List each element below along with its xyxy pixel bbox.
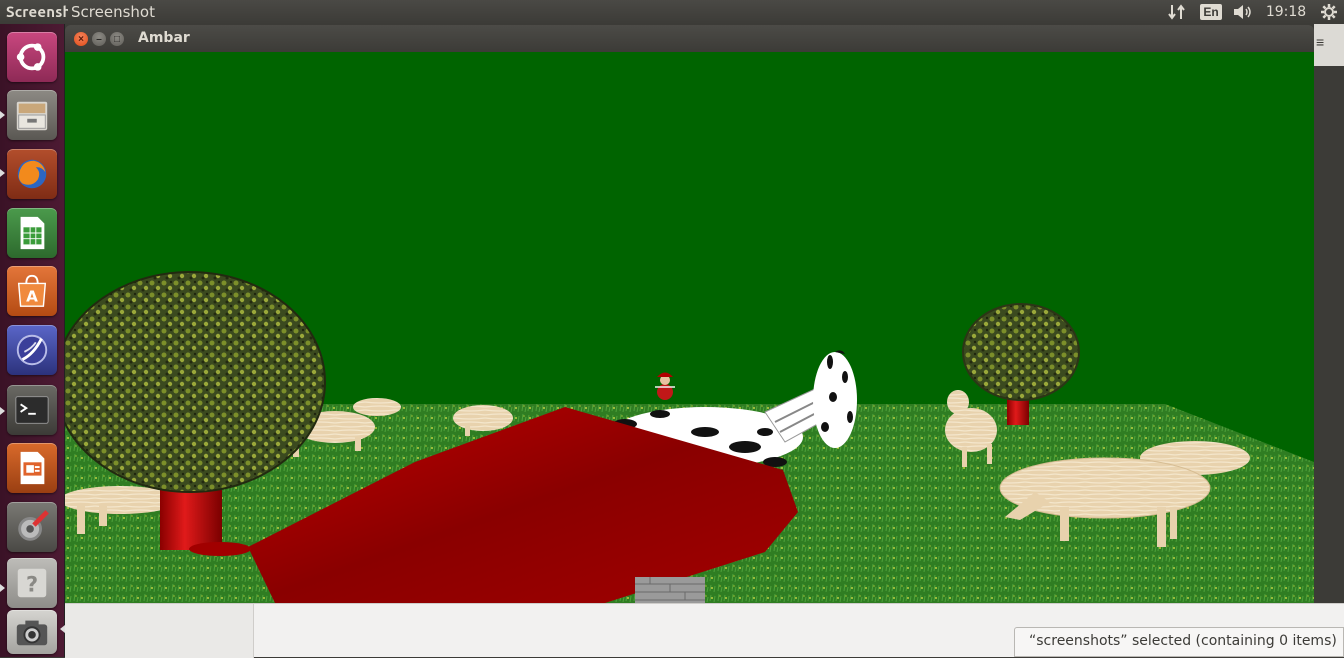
ambar-window: × – □ Ambar [65,25,1314,603]
minimize-button[interactable]: – [92,32,106,46]
unknown-app-icon[interactable]: ? [7,558,57,608]
launcher: A ? [0,24,65,657]
volume-icon[interactable] [1228,0,1258,24]
indicator-area: En 19:18 [1160,0,1344,24]
libreoffice-impress-icon[interactable] [7,443,57,493]
file-manager-sidebar [65,604,254,658]
opengl-scene[interactable] [65,52,1314,603]
svg-text:?: ? [26,573,38,597]
window-titlebar[interactable]: × – □ Ambar [65,25,1314,52]
keyboard-layout-indicator[interactable]: En [1194,0,1228,24]
top-panel: Screenshot Screenshot En 19:18 [0,0,1344,24]
menu-icon[interactable]: ≡ [1316,34,1324,50]
eclipse-icon[interactable] [7,325,57,375]
file-manager-toolbar: ≡ [1314,24,1344,66]
session-gear-icon[interactable] [1314,0,1344,24]
software-center-icon[interactable]: A [7,266,57,316]
system-settings-icon[interactable] [7,502,57,552]
ubuntu-dash-icon[interactable] [7,32,57,82]
tree-right-crown [962,303,1080,401]
svg-text:A: A [26,287,38,305]
clock[interactable]: 19:18 [1258,0,1314,24]
firefox-icon[interactable] [7,149,57,199]
window-title: Ambar [138,30,190,46]
maximize-button[interactable]: □ [110,32,124,46]
status-label: “screenshots” selected (containing 0 ite… [1014,627,1344,657]
terminal-icon[interactable] [7,385,57,435]
close-button[interactable]: × [74,32,88,46]
tree-left-crown [65,271,326,493]
network-icon[interactable] [1160,0,1194,24]
app-menu-name[interactable]: Screenshot [6,3,68,20]
screenshot-icon[interactable] [7,610,57,654]
language-label: En [1200,4,1222,20]
libreoffice-calc-icon[interactable] [7,208,57,258]
active-window-title: Screenshot [71,3,155,21]
files-icon[interactable] [7,90,57,140]
